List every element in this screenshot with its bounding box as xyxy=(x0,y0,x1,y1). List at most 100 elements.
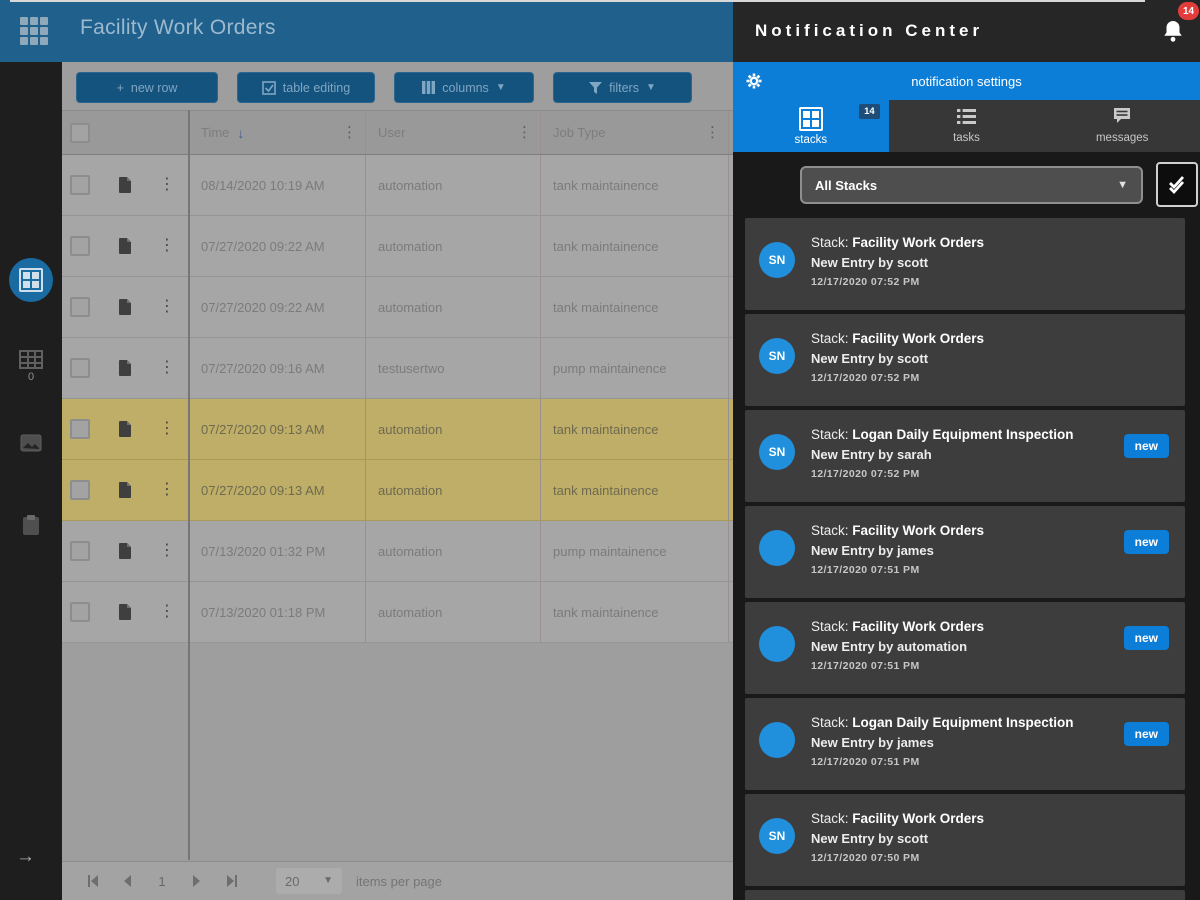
filters-button[interactable]: filters ▼ xyxy=(553,72,692,103)
sidebar-expand-arrow-icon[interactable]: → xyxy=(16,846,35,868)
last-page-button[interactable] xyxy=(214,874,248,888)
document-icon[interactable] xyxy=(119,177,132,193)
document-icon[interactable] xyxy=(119,299,132,315)
stack-name: Facility Work Orders xyxy=(852,523,985,538)
prev-page-button[interactable] xyxy=(110,874,144,888)
row-menu-icon[interactable]: ⋮ xyxy=(159,360,175,376)
document-icon[interactable] xyxy=(119,421,132,437)
cell-jobtype: pump maintainence xyxy=(540,521,728,581)
table-row[interactable]: ⋮ 07/27/2020 09:13 AM automation tank maint… xyxy=(62,460,733,521)
row-menu-icon[interactable]: ⋮ xyxy=(159,604,175,620)
next-page-button[interactable] xyxy=(180,874,214,888)
page-size-select[interactable]: 20 ▼ xyxy=(276,868,342,894)
row-menu-icon[interactable]: ⋮ xyxy=(159,177,175,193)
stack-name: Facility Work Orders xyxy=(852,235,985,250)
messages-icon xyxy=(1113,108,1131,129)
notification-title: Stack: Facility Work Orders xyxy=(811,232,1109,253)
column-header-time[interactable]: Time ↓ ⋮ xyxy=(188,111,365,154)
sidebar-item-tables[interactable]: 0 xyxy=(0,350,62,383)
stack-filter-row: All Stacks ▼ xyxy=(733,152,1200,218)
current-page[interactable]: 1 xyxy=(144,874,180,889)
table-row[interactable]: ⋮ 07/27/2020 09:13 AM automation tank maint… xyxy=(62,399,733,460)
stack-prefix-label: Stack: xyxy=(811,331,853,346)
row-menu-icon[interactable]: ⋮ xyxy=(159,421,175,437)
table-row[interactable]: ⋮ 07/27/2020 09:22 AM automation tank maint… xyxy=(62,277,733,338)
select-all-checkbox[interactable] xyxy=(70,122,90,143)
bell-icon[interactable] xyxy=(1161,19,1185,49)
row-checkbox[interactable] xyxy=(70,175,90,195)
notification-card[interactable]: SN Stack: Logan Daily Equipment Inspectio… xyxy=(745,410,1185,502)
cell-time: 07/13/2020 01:32 PM xyxy=(188,521,365,581)
app-header: Facility Work Orders xyxy=(0,0,733,62)
notification-entry-text: New Entry by sarah xyxy=(811,447,932,462)
notification-center-title: Notification Center xyxy=(755,21,984,40)
row-checkbox[interactable] xyxy=(70,480,90,500)
document-icon[interactable] xyxy=(119,604,132,620)
document-icon[interactable] xyxy=(119,543,132,559)
table-header-row: Time ↓ ⋮ User ⋮ Job Type ⋮ xyxy=(62,110,733,155)
row-menu-icon[interactable]: ⋮ xyxy=(159,299,175,315)
stack-grid-icon xyxy=(19,268,43,292)
new-row-button[interactable]: + new row xyxy=(76,72,218,103)
frozen-column-divider xyxy=(188,110,190,860)
notification-card[interactable]: SN Stack: Facility Work Orders New Entry b… xyxy=(745,218,1185,310)
notification-card[interactable]: Stack: Logan Daily Equipment Inspection N… xyxy=(745,698,1185,790)
sidebar-tables-count: 0 xyxy=(27,371,35,383)
table-editing-button[interactable]: table editing xyxy=(237,72,375,103)
column-menu-icon[interactable]: ⋮ xyxy=(517,125,532,140)
notification-body: Stack: Logan Daily Equipment Inspection N… xyxy=(811,712,1109,768)
table-row[interactable]: ⋮ 07/13/2020 01:18 PM automation tank maint… xyxy=(62,582,733,643)
notification-card[interactable]: Stack: Facility Work Orders New Entry by … xyxy=(745,602,1185,694)
table-row[interactable]: ⋮ 07/13/2020 01:32 PM automation pump maint… xyxy=(62,521,733,582)
tab-tasks[interactable]: tasks xyxy=(889,100,1045,152)
table-row[interactable]: ⋮ 07/27/2020 09:16 AM testusertwo pump main… xyxy=(62,338,733,399)
tab-stacks[interactable]: stacks 14 xyxy=(733,100,889,152)
stack-filter-select[interactable]: All Stacks ▼ xyxy=(800,166,1143,204)
app-grid-logo-icon[interactable] xyxy=(20,17,48,45)
stack-prefix-label: Stack: xyxy=(811,619,853,634)
notification-tabs: stacks 14 tasks messages xyxy=(733,100,1200,152)
notification-settings-button[interactable]: notification settings xyxy=(733,62,1200,100)
row-checkbox[interactable] xyxy=(70,419,90,439)
cell-time: 07/27/2020 09:22 AM xyxy=(188,277,365,337)
avatar: SN xyxy=(759,434,795,470)
mark-all-read-button[interactable] xyxy=(1156,162,1198,207)
stack-name: Logan Daily Equipment Inspection xyxy=(852,427,1074,442)
table-row[interactable]: ⋮ 07/27/2020 09:22 AM automation tank maint… xyxy=(62,216,733,277)
column-menu-icon[interactable]: ⋮ xyxy=(705,125,720,140)
column-header-user[interactable]: User ⋮ xyxy=(365,111,540,154)
stack-name: Facility Work Orders xyxy=(852,811,985,826)
notification-card[interactable]: SN Stack: Facility Work Orders New Entry b… xyxy=(745,314,1185,406)
row-menu-icon[interactable]: ⋮ xyxy=(159,482,175,498)
first-page-button[interactable] xyxy=(76,874,110,888)
document-icon[interactable] xyxy=(119,360,132,376)
notification-body: Stack: Logan Daily Equipment Inspection N… xyxy=(811,424,1109,480)
row-checkbox[interactable] xyxy=(70,236,90,256)
column-menu-icon[interactable]: ⋮ xyxy=(342,125,357,140)
notification-card[interactable]: SN Stack: Facility Work Orders New Entry b… xyxy=(745,794,1185,886)
sidebar-item-stacks-active[interactable] xyxy=(9,258,53,302)
sidebar-item-images[interactable] xyxy=(0,434,62,452)
tab-messages[interactable]: messages xyxy=(1044,100,1200,152)
notification-card[interactable] xyxy=(745,890,1185,900)
row-checkbox[interactable] xyxy=(70,602,90,622)
document-icon[interactable] xyxy=(119,238,132,254)
sidebar-item-forms[interactable] xyxy=(0,514,62,536)
table-row[interactable]: ⋮ 08/14/2020 10:19 AM automation tank maint… xyxy=(62,155,733,216)
cell-jobtype: tank maintainence xyxy=(540,582,728,642)
tab-count-badge: 14 xyxy=(859,104,880,119)
document-icon[interactable] xyxy=(119,482,132,498)
cell-time: 07/27/2020 09:13 AM xyxy=(188,399,365,459)
stack-prefix-label: Stack: xyxy=(811,427,853,442)
row-checkbox[interactable] xyxy=(70,358,90,378)
notification-card[interactable]: Stack: Facility Work Orders New Entry by … xyxy=(745,506,1185,598)
column-header-jobtype[interactable]: Job Type ⋮ xyxy=(540,111,728,154)
row-checkbox[interactable] xyxy=(70,541,90,561)
row-menu-icon[interactable]: ⋮ xyxy=(159,543,175,559)
row-checkbox[interactable] xyxy=(70,297,90,317)
columns-button[interactable]: columns ▼ xyxy=(394,72,534,103)
row-menu-icon[interactable]: ⋮ xyxy=(159,238,175,254)
chevron-down-icon: ▼ xyxy=(645,81,656,93)
table-icon xyxy=(19,350,43,369)
cell-jobtype: tank maintainence xyxy=(540,460,728,520)
